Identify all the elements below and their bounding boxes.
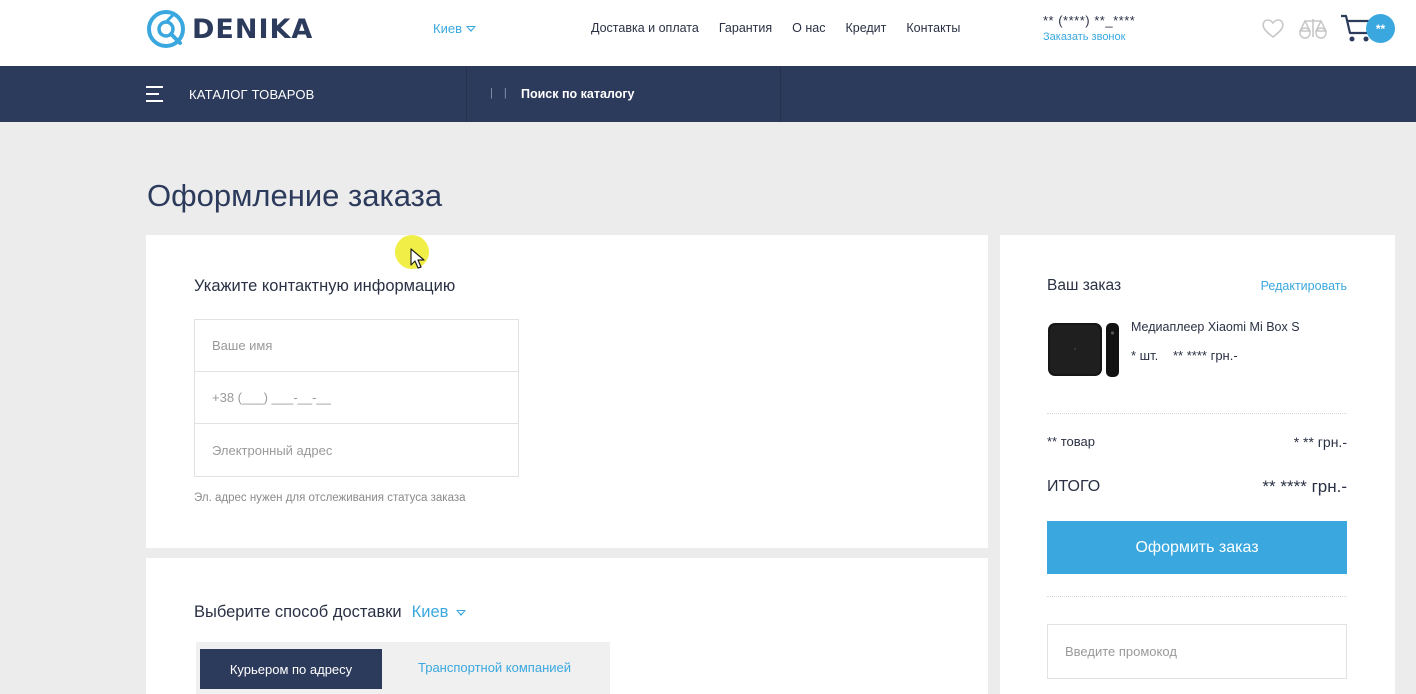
logo-text: DENIKA [192,13,314,45]
order-title: Ваш заказ [1047,277,1122,294]
delivery-tabs: Курьером по адресу Транспортной компание… [196,642,610,694]
promo-code-field[interactable] [1047,624,1347,679]
search-input[interactable]: Поиск по каталогу [521,87,635,101]
search-pipes: | | [490,87,511,99]
email-hint: Эл. адрес нужен для отслеживания статуса… [194,492,466,504]
catalog-bar: КАТАЛОГ ТОВАРОВ | | Поиск по каталогу [0,66,1416,122]
main-nav: Доставка и оплата Гарантия О нас Кредит … [591,21,960,35]
catalog-divider [466,66,467,122]
heart-icon[interactable] [1261,17,1285,39]
contact-card: Укажите контактную информацию Эл. адрес … [146,235,988,548]
cart-count-badge[interactable]: ** [1366,14,1395,43]
nav-credit[interactable]: Кредит [845,21,886,35]
chevron-down-icon [465,25,476,32]
delivery-city-selector[interactable]: Киев [412,603,467,622]
city-label: Киев [433,21,462,36]
nav-about[interactable]: О нас [792,21,825,35]
product-name[interactable]: Медиаплеер Xiaomi Mi Box S [1131,320,1300,334]
contact-title: Укажите контактную информацию [194,277,456,295]
logo[interactable]: DENIKA [146,9,313,49]
nav-delivery[interactable]: Доставка и оплата [591,21,699,35]
product-price: ** **** грн.- [1173,348,1238,363]
chevron-down-icon [456,609,467,616]
divider-dotted [1047,413,1347,414]
tab-courier[interactable]: Курьером по адресу [200,649,382,689]
phone-field[interactable] [195,372,518,424]
email-field[interactable] [195,424,518,476]
callback-link[interactable]: Заказать звонок [1043,31,1125,43]
checkout-button[interactable]: Оформить заказ [1047,521,1347,574]
menu-icon[interactable] [146,86,163,102]
phone-number[interactable]: ** (****) **_**** [1043,13,1135,28]
items-count-label: ** товар [1047,434,1095,449]
divider-dotted [1047,596,1347,597]
city-selector[interactable]: Киев [433,21,476,36]
nav-contacts[interactable]: Контакты [906,21,960,35]
product-image[interactable] [1047,321,1121,379]
total-label: ИТОГО [1047,478,1101,495]
delivery-title: Выберите способ доставки Киев [194,603,467,622]
compare-icon[interactable] [1297,16,1329,40]
product-quantity: * шт. [1131,348,1159,363]
delivery-title-label: Выберите способ доставки [194,603,402,621]
items-sum-value: * ** грн.- [1293,434,1347,450]
page-title: Оформление заказа [147,178,443,213]
contact-fields [194,319,519,477]
delivery-city-label: Киев [411,603,449,621]
name-field[interactable] [195,320,518,372]
logo-mark-icon [147,10,185,48]
nav-warranty[interactable]: Гарантия [719,21,772,35]
total-value: ** **** грн.- [1262,477,1347,496]
search-divider [780,66,781,122]
mouse-cursor-icon [410,248,425,269]
site-header: DENIKA Киев Доставка и оплата Гарантия О… [0,0,1416,66]
delivery-card: Выберите способ доставки Киев Курьером п… [146,558,988,694]
edit-order-link[interactable]: Редактировать [1261,279,1347,293]
tab-transport-company[interactable]: Транспортной компанией [418,660,571,675]
order-summary-card: Ваш заказ Редактировать Медиаплеер Xiaom… [1000,235,1395,694]
catalog-button[interactable]: КАТАЛОГ ТОВАРОВ [189,87,315,102]
